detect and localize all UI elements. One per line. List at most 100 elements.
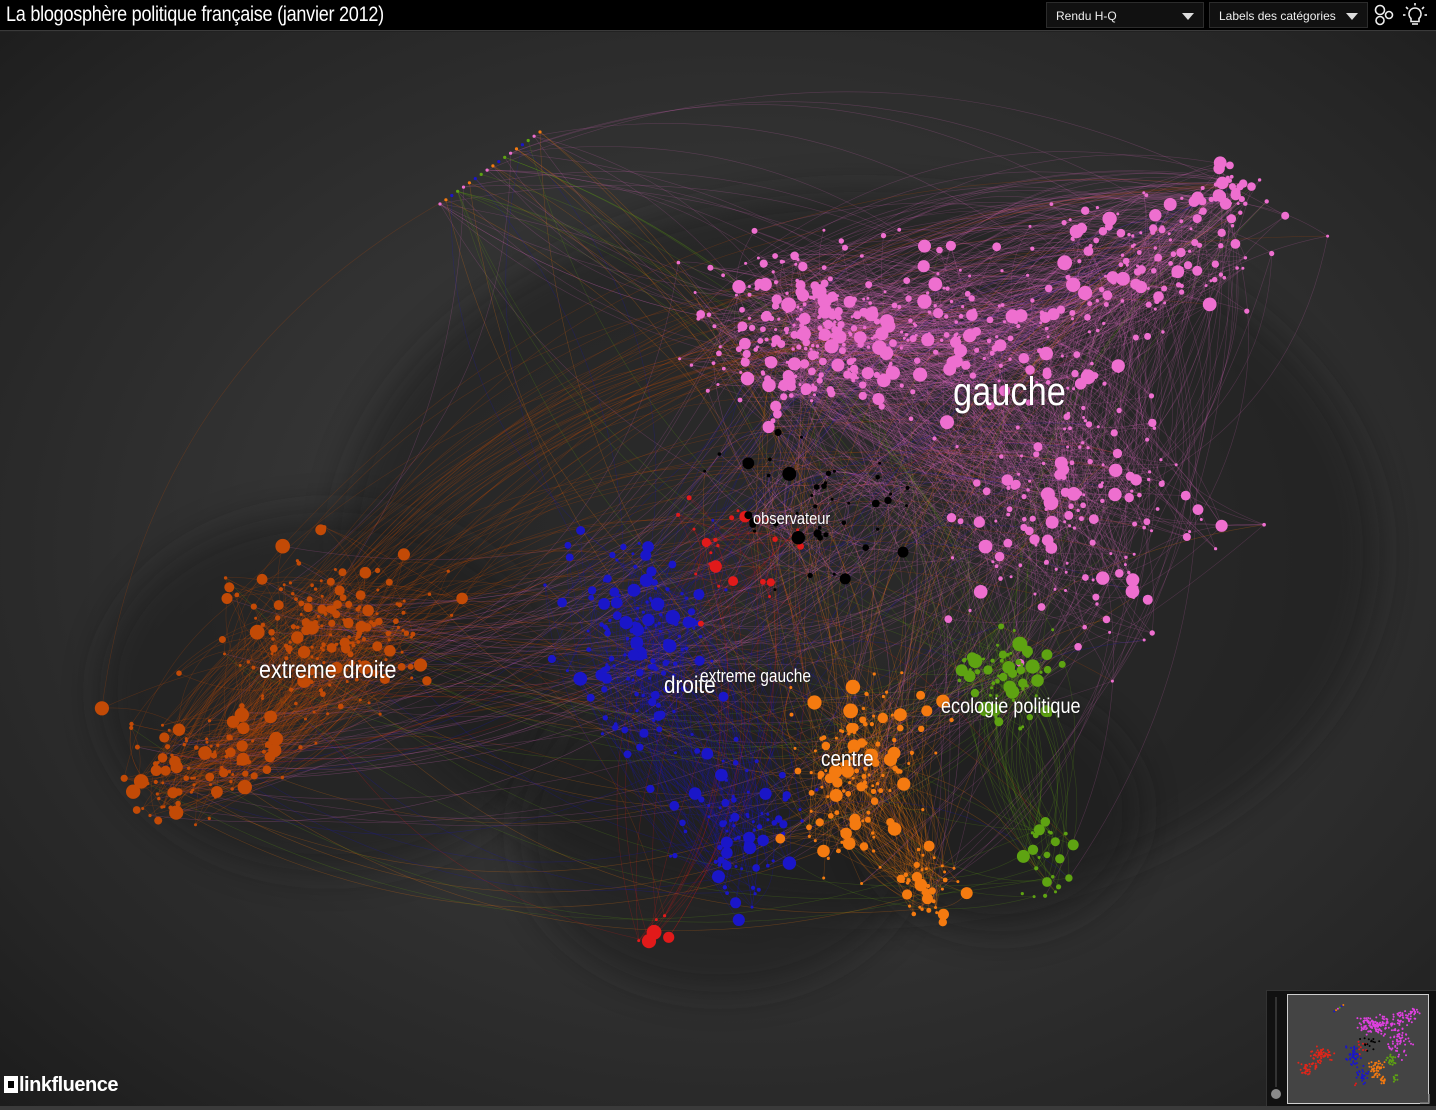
graph-node-droite[interactable] [634, 691, 639, 697]
graph-node-gauche[interactable] [1008, 357, 1012, 361]
graph-node-ecologie[interactable] [998, 623, 1005, 630]
graph-node-gauche[interactable] [788, 393, 794, 398]
graph-node-gauche[interactable] [1110, 679, 1114, 683]
graph-node-gauche[interactable] [994, 551, 1005, 562]
graph-node-gauche[interactable] [1116, 407, 1122, 414]
graph-node-ecologie[interactable] [1051, 628, 1055, 632]
graph-node-gauche[interactable] [1018, 563, 1023, 568]
graph-node-centre[interactable] [820, 785, 824, 789]
graph-node-centre[interactable] [826, 795, 830, 799]
graph-node-gauche[interactable] [787, 357, 802, 371]
graph-node-observateur[interactable] [791, 531, 805, 545]
graph-node-extreme-droite[interactable] [129, 725, 134, 731]
graph-node-centre[interactable] [934, 906, 937, 909]
graph-node-gauche[interactable] [1222, 275, 1227, 280]
graph-node-gauche[interactable] [1095, 206, 1099, 210]
graph-node-gauche[interactable] [991, 560, 995, 564]
graph-node-droite[interactable] [684, 646, 689, 651]
graph-node-gauche[interactable] [693, 291, 697, 294]
graph-node-gauche[interactable] [947, 359, 952, 364]
graph-node-centre[interactable] [867, 773, 871, 777]
graph-node-gauche[interactable] [835, 297, 839, 301]
graph-node-droite[interactable] [672, 661, 678, 667]
graph-node-extreme-droite[interactable] [205, 740, 209, 744]
graph-node-centre[interactable] [840, 830, 844, 834]
graph-node-gauche[interactable] [886, 366, 900, 380]
graph-node-extreme-droite[interactable] [167, 728, 171, 732]
graph-node-extreme-droite[interactable] [456, 592, 468, 605]
category-label-observateur[interactable]: observateur [753, 509, 830, 529]
graph-node-gauche[interactable] [1161, 330, 1165, 334]
graph-node-observateur[interactable] [830, 497, 834, 501]
graph-node-droite[interactable] [648, 676, 651, 680]
graph-node-extreme-droite[interactable] [134, 744, 140, 750]
graph-node-gauche[interactable] [1081, 405, 1086, 411]
graph-node-gauche[interactable] [859, 340, 863, 344]
graph-node-gauche[interactable] [1078, 445, 1082, 449]
graph-node-droite[interactable] [680, 648, 684, 652]
graph-node-ecologie[interactable] [996, 643, 999, 647]
graph-node-centre[interactable] [849, 813, 861, 825]
graph-node-observateur[interactable] [905, 504, 908, 508]
graph-node-gauche[interactable] [1044, 559, 1049, 565]
graph-node-gauche[interactable] [908, 318, 913, 323]
graph-node-gauche[interactable] [1158, 480, 1165, 487]
graph-node-gauche[interactable] [802, 302, 807, 307]
graph-node-droite[interactable] [586, 647, 592, 652]
graph-node-droite[interactable] [730, 897, 742, 909]
graph-node-extreme-gauche[interactable] [716, 544, 720, 548]
graph-node-gauche[interactable] [1087, 330, 1091, 334]
graph-node-gauche[interactable] [1068, 503, 1074, 510]
graph-node-centre[interactable] [861, 706, 866, 711]
graph-node-extreme-droite[interactable] [294, 701, 298, 706]
graph-node-droite[interactable] [621, 726, 629, 734]
graph-node-gauche[interactable] [1045, 515, 1059, 529]
graph-node-gauche[interactable] [1192, 214, 1202, 224]
graph-node-observateur[interactable] [768, 457, 772, 462]
graph-node-gauche[interactable] [1130, 489, 1134, 493]
graph-node-extreme-droite[interactable] [384, 645, 396, 657]
graph-node-droite[interactable] [771, 859, 775, 863]
graph-node-extreme-droite[interactable] [238, 663, 242, 667]
graph-node-gauche[interactable] [976, 347, 979, 351]
graph-node-gauche[interactable] [1089, 539, 1096, 546]
graph-node-gauche[interactable] [1180, 196, 1184, 200]
graph-node-gauche[interactable] [1047, 348, 1052, 352]
graph-node-gauche[interactable] [1188, 249, 1192, 253]
graph-node-gauche[interactable] [1081, 288, 1090, 297]
graph-node-gauche[interactable] [1122, 257, 1130, 265]
graph-node-gauche[interactable] [1043, 495, 1059, 511]
graph-node-droite[interactable] [608, 655, 615, 662]
graph-node-gauche[interactable] [918, 239, 931, 253]
graph-node-centre[interactable] [900, 671, 904, 675]
graph-node-droite[interactable] [694, 655, 705, 666]
graph-node-droite[interactable] [615, 558, 619, 562]
graph-node-gauche[interactable] [852, 357, 857, 362]
graph-node-ecologie[interactable] [1031, 661, 1038, 668]
graph-node-gauche[interactable] [1081, 441, 1085, 445]
graph-node-centre[interactable] [938, 918, 947, 927]
graph-node-gauche[interactable] [1061, 474, 1067, 481]
graph-node-extreme-droite[interactable] [334, 642, 339, 646]
graph-node-gauche[interactable] [1088, 243, 1093, 248]
graph-node-gauche[interactable] [768, 315, 775, 322]
graph-node-extreme-gauche[interactable] [692, 527, 696, 531]
graph-node-ecologie[interactable] [1032, 895, 1036, 899]
graph-node-droite[interactable] [565, 669, 569, 673]
graph-node-extreme-droite[interactable] [236, 725, 240, 729]
graph-node-droite[interactable] [586, 629, 590, 633]
graph-node-gauche[interactable] [861, 392, 865, 396]
graph-node-ecologie[interactable] [1050, 837, 1060, 847]
graph-node-gauche[interactable] [1015, 425, 1020, 430]
graph-node-gauche[interactable] [1109, 552, 1113, 556]
graph-node-gauche[interactable] [739, 306, 745, 313]
graph-node-centre[interactable] [892, 737, 897, 743]
graph-node-extreme-droite[interactable] [191, 788, 195, 792]
graph-node-gauche[interactable] [1110, 429, 1118, 437]
graph-node-ecologie[interactable] [1003, 666, 1008, 670]
graph-node-gauche[interactable] [889, 339, 897, 347]
graph-node-gauche[interactable] [955, 445, 959, 449]
graph-node-droite[interactable] [782, 791, 791, 800]
graph-node-droite[interactable] [657, 710, 666, 720]
graph-node-gauche[interactable] [973, 479, 981, 487]
